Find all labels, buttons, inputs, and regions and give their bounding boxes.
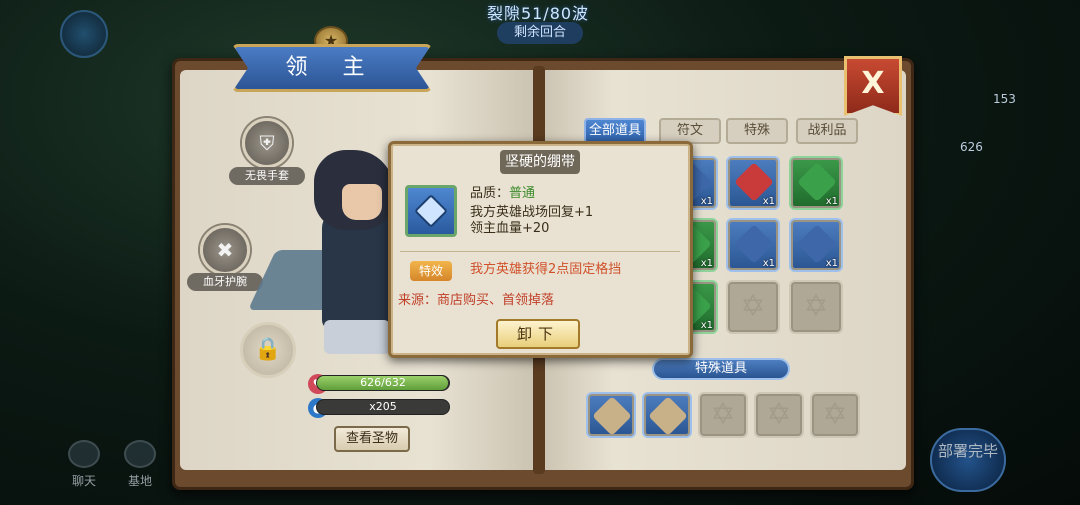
special-item[interactable] [642,392,692,438]
empty-star-icon: ✡ [710,397,736,432]
locked-slot[interactable]: 🔒 [240,322,296,378]
empty-star-icon: ✡ [803,289,829,324]
bracer-slot[interactable]: ✖ [200,225,250,275]
inventory-item[interactable]: x1 [789,218,843,272]
effect-description: 我方英雄获得2点固定格挡 [470,262,622,277]
empty-item-slot: ✡ [726,280,780,334]
unequip-button[interactable]: 卸下 [496,319,580,349]
empty-star-icon: ✡ [766,397,792,432]
special-items-header: 特殊道具 [652,358,790,380]
map-scroll-icon [648,396,688,436]
special-item[interactable] [586,392,636,438]
item-stat-2: 领主血量+20 [470,221,550,236]
tab-loot[interactable]: 战利品 [796,118,858,144]
tooltip-divider [400,251,680,252]
chat-icon [68,440,100,468]
inventory-item[interactable]: x1 [726,156,780,210]
map-scroll-icon [592,396,632,436]
chat-button[interactable]: 聊天 [62,440,106,490]
item-source: 来源：商店购买、首领掉落 [398,293,555,308]
empty-item-slot: ✡ [789,280,843,334]
inventory-item[interactable]: x1 [789,156,843,210]
empty-star-icon: ✡ [822,397,848,432]
wave-counter: 裂隙51/80波 [486,4,590,23]
base-icon [124,440,156,468]
deploy-done-button[interactable]: 部署完毕 [930,428,1006,492]
view-relics-button[interactable]: 查看圣物 [334,426,410,452]
item-name: 坚硬的绷带 [500,150,580,174]
settings-gear-icon[interactable] [60,10,108,58]
tab-special[interactable]: 特殊 [726,118,788,144]
empty-star-icon: ✡ [740,289,766,324]
bandage-item-icon [405,185,457,237]
empty-special-slot: ✡ [810,392,860,438]
base-button[interactable]: 基地 [118,440,162,490]
empty-special-slot: ✡ [698,392,748,438]
bracer-icon: ✖ [216,238,234,262]
item-stat-1: 我方英雄战场回复+1 [470,205,594,220]
hp-bar: 626/632 [316,375,450,391]
side-counter: 153 [993,92,1016,106]
mana-bar: x205 [316,399,450,415]
lock-icon: 🔒 [254,337,282,362]
side-hp-value: 626 [960,140,983,154]
lord-title-banner: 领 主 [232,44,432,92]
effect-tag: 特效 [410,261,452,281]
wave-sub-label: 剩余回合 [497,22,583,44]
quality-row: 品质：普通 [470,186,536,201]
inventory-item[interactable]: x1 [726,218,780,272]
empty-special-slot: ✡ [754,392,804,438]
